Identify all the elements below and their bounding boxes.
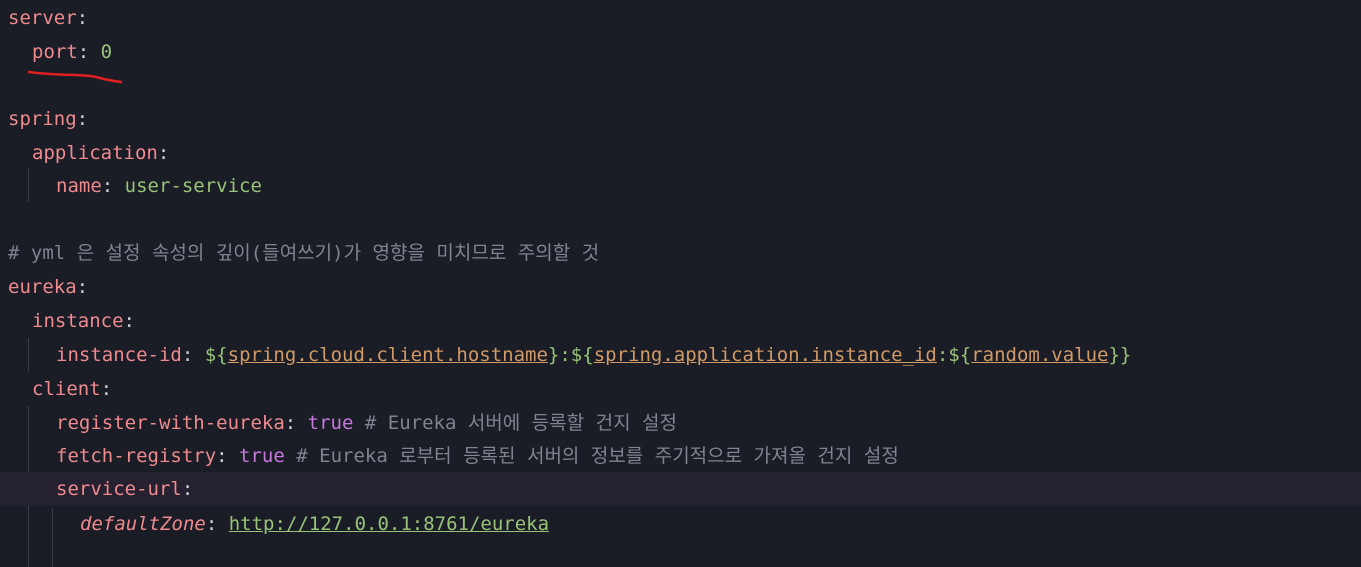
placeholder-brace: }:${ [547,344,594,366]
yaml-colon: : [205,513,229,535]
code-line[interactable]: fetch-registry: true # Eureka 로부터 등록된 서버… [0,439,1361,473]
code-line[interactable]: defaultZone: http://127.0.0.1:8761/eurek… [0,507,1361,541]
yaml-value: true [239,445,285,467]
yaml-colon: : [101,175,125,197]
url-link[interactable]: http://127.0.0.1:8761/eureka [229,513,549,535]
code-line[interactable]: spring: [0,102,1361,136]
code-line[interactable]: instance-id: ${spring.cloud.client.hostn… [0,338,1361,372]
yaml-key: client [32,378,101,400]
yaml-colon: : [76,276,89,298]
yaml-key: name [56,175,102,197]
placeholder-brace: ${ [204,344,228,366]
yaml-key: instance-id [56,344,182,366]
code-line[interactable]: client: [0,372,1361,406]
yaml-comment: # Eureka 서버에 등록할 건지 설정 [353,412,677,434]
yaml-key: fetch-registry [56,445,217,467]
code-line[interactable]: # yml 은 설정 속성의 깊이(들여쓰기)가 영향을 미치므로 주의할 것 [0,236,1361,270]
yaml-colon: : [181,344,205,366]
yaml-key: eureka [8,276,77,298]
code-line-current[interactable]: service-url: [0,472,1361,506]
code-line[interactable]: instance: [0,304,1361,338]
yaml-value: 0 [100,41,113,63]
property-reference[interactable]: spring.application.instance_id [594,344,937,366]
code-line[interactable]: server: [0,1,1361,35]
code-line[interactable]: register-with-eureka: true # Eureka 서버에 … [0,406,1361,440]
yaml-colon: : [123,310,135,332]
code-line[interactable]: application: [0,136,1361,170]
yaml-colon: : [157,142,170,164]
property-reference[interactable]: random.value [971,344,1108,366]
property-reference[interactable]: spring.cloud.client.hostname [228,344,548,366]
yaml-colon: : [284,412,308,434]
yaml-key: spring [8,108,77,130]
placeholder-brace: :${ [936,344,972,366]
code-line[interactable]: eureka: [0,270,1361,304]
yaml-key: service-url [56,478,182,500]
yaml-colon: : [181,478,194,500]
code-line[interactable]: port: 0 [0,35,1361,69]
yaml-value: user-service [124,175,262,197]
yaml-colon: : [76,7,89,29]
placeholder-brace: }} [1108,344,1132,366]
yaml-key: instance [32,310,124,332]
yaml-comment: # Eureka 로부터 등록된 서버의 정보를 주기적으로 가져올 건지 설정 [284,445,899,467]
red-underline-annotation [27,70,123,84]
yaml-colon: : [76,108,89,130]
yaml-colon: : [216,445,240,467]
yaml-comment: # yml 은 설정 속성의 깊이(들여쓰기)가 영향을 미치므로 주의할 것 [8,242,600,264]
yaml-key: defaultZone [80,513,206,535]
code-editor[interactable]: server: port: 0 spring: application: nam… [0,0,1361,567]
yaml-colon: : [100,378,113,400]
yaml-key: server [8,7,77,29]
yaml-key: register-with-eureka [56,412,285,434]
code-line[interactable]: name: user-service [0,169,1361,203]
yaml-value: true [307,412,354,434]
yaml-colon: : [77,41,101,63]
yaml-key: application [32,142,158,164]
yaml-key: port [32,41,78,63]
